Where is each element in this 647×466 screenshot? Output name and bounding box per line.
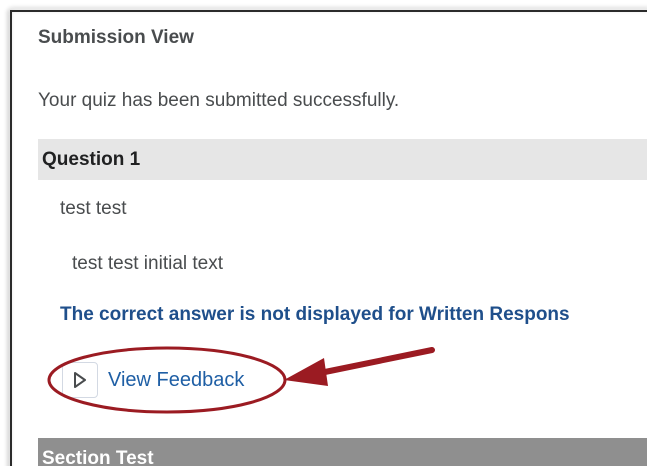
- red-arrow-annotation: [284, 347, 435, 386]
- question-header: Question 1: [38, 139, 647, 180]
- panel-top-border: [10, 10, 647, 12]
- question-title: Question 1: [42, 149, 141, 170]
- question-text: test test: [60, 198, 127, 219]
- view-feedback-link[interactable]: View Feedback: [108, 369, 244, 392]
- submission-view-screenshot: Submission View Your quiz has been submi…: [0, 0, 647, 466]
- expand-toggle-button[interactable]: [62, 362, 98, 398]
- page-title: Submission View: [38, 27, 194, 48]
- submission-success-message: Your quiz has been submitted successfull…: [38, 90, 400, 111]
- view-feedback-toggle[interactable]: View Feedback: [62, 361, 244, 399]
- panel-left-border: [10, 10, 12, 466]
- section-header: Section Test: [38, 438, 647, 466]
- triangle-right-icon: [74, 372, 86, 388]
- correct-answer-note: The correct answer is not displayed for …: [60, 304, 570, 325]
- section-title: Section Test: [42, 448, 154, 466]
- submitted-answer: test test initial text: [72, 253, 224, 274]
